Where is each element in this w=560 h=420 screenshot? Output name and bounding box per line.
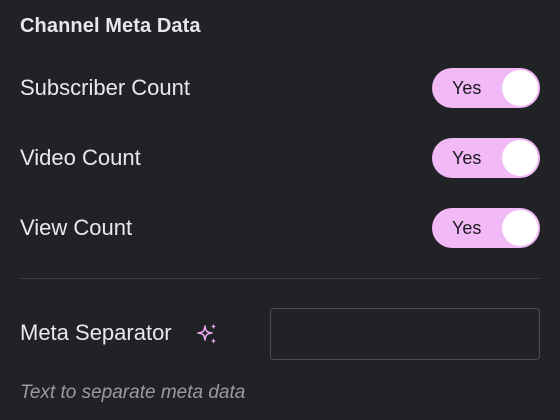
section-title: Channel Meta Data [20, 15, 201, 37]
section-divider [20, 278, 540, 279]
meta-separator-help: Text to separate meta data [20, 382, 246, 403]
subscriber-count-row: Subscriber Count Yes [0, 66, 560, 110]
toggle-knob [502, 70, 538, 106]
toggle-state-text: Yes [452, 78, 482, 98]
video-count-row: Video Count Yes [0, 136, 560, 180]
subscriber-count-label: Subscriber Count [20, 75, 190, 100]
meta-separator-label: Meta Separator [20, 320, 172, 345]
sparkle-icon[interactable] [194, 321, 220, 347]
toggle-knob [502, 140, 538, 176]
meta-separator-input[interactable] [270, 308, 540, 360]
sparkle-icon-svg [197, 323, 217, 344]
view-count-toggle[interactable]: Yes [432, 208, 540, 248]
subscriber-count-toggle[interactable]: Yes [432, 68, 540, 108]
view-count-row: View Count Yes [0, 206, 560, 250]
channel-meta-data-panel: Channel Meta Data Subscriber Count Yes V… [0, 0, 560, 420]
view-count-label: View Count [20, 215, 133, 240]
toggle-knob [502, 210, 538, 246]
video-count-label: Video Count [20, 145, 141, 170]
toggle-state-text: Yes [452, 218, 482, 238]
toggle-state-text: Yes [452, 148, 482, 168]
video-count-toggle[interactable]: Yes [432, 138, 540, 178]
